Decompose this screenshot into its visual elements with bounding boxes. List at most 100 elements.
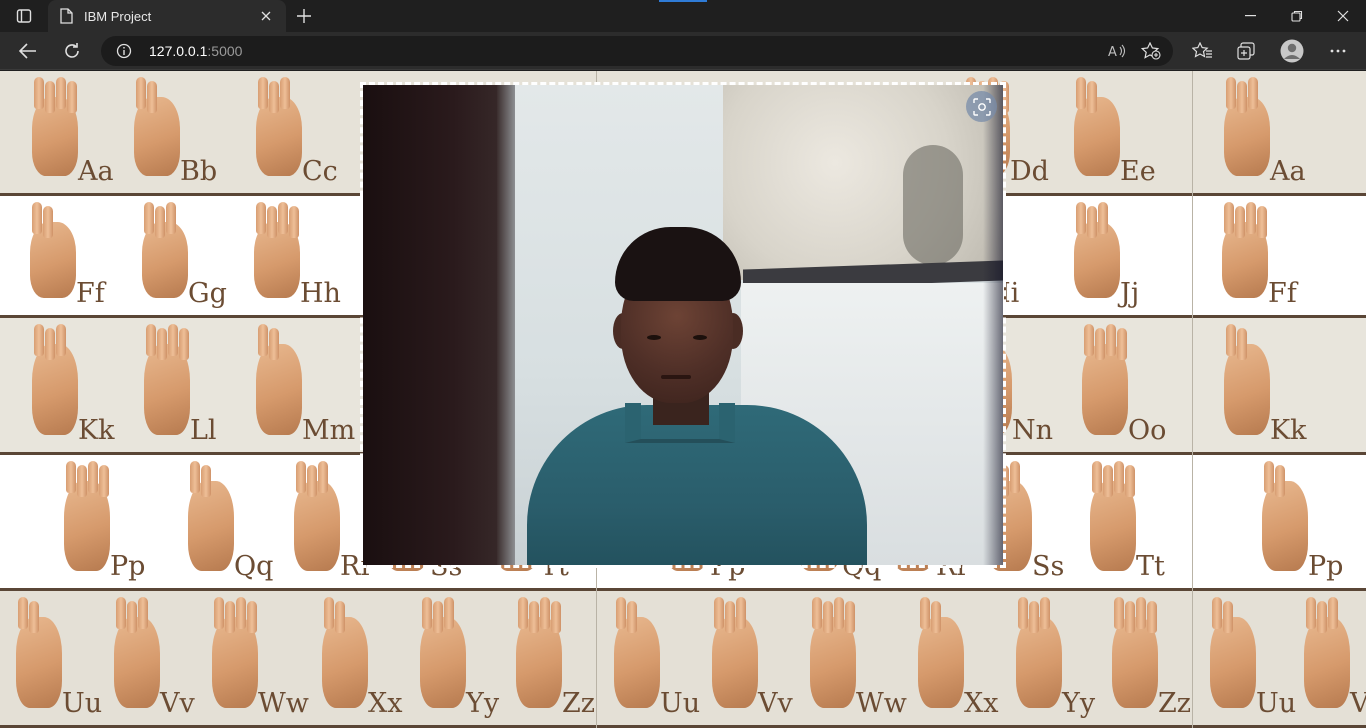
asl-hand-sign (256, 344, 302, 435)
close-icon[interactable] (256, 6, 276, 26)
asl-letter-label: Uu (660, 688, 701, 719)
asl-finger (845, 601, 855, 633)
address-bar[interactable]: 127.0.0.1:5000 A (101, 36, 1173, 66)
asl-finger (714, 597, 724, 629)
asl-finger (1087, 81, 1097, 113)
asl-finger (127, 601, 137, 633)
asl-hand-sign (294, 481, 340, 571)
asl-letter-label: Uu (1256, 688, 1297, 719)
asl-finger (1114, 597, 1124, 629)
profile-icon[interactable] (1276, 35, 1308, 67)
asl-hand-sign (1210, 617, 1256, 708)
title-bar: IBM Project (0, 0, 1366, 32)
asl-letter-label: Uu (62, 688, 103, 719)
url-host: 127.0.0.1 (149, 43, 208, 59)
asl-hand-sign (614, 617, 660, 708)
asl-finger (269, 328, 279, 360)
asl-finger (1235, 206, 1245, 238)
asl-finger (296, 461, 306, 493)
asl-finger (146, 324, 156, 356)
asl-finger (256, 202, 266, 234)
asl-finger (551, 601, 561, 633)
asl-finger (168, 324, 178, 356)
star-plus-icon[interactable] (1138, 39, 1164, 63)
asl-finger (1317, 601, 1327, 633)
asl-letter-label: Oo (1128, 415, 1167, 446)
asl-hand-sign (16, 617, 62, 708)
asl-finger (1010, 461, 1020, 493)
asl-finger (540, 597, 550, 629)
asl-finger (201, 465, 211, 497)
asl-letter-label: Zz (1158, 688, 1191, 719)
asl-finger (433, 601, 443, 633)
url-port: :5000 (207, 43, 243, 59)
browser-tab[interactable]: IBM Project (48, 0, 286, 32)
asl-finger (1226, 77, 1236, 109)
asl-finger (1328, 597, 1338, 629)
asl-finger (190, 461, 200, 493)
asl-hand-sign (1224, 344, 1270, 435)
asl-finger (29, 601, 39, 633)
webcam-video-feed (363, 85, 1003, 565)
asl-finger (725, 601, 735, 633)
asl-finger (45, 81, 55, 113)
asl-finger (931, 601, 941, 633)
asl-finger (258, 77, 268, 109)
asl-letter-label: Cc (302, 156, 338, 187)
minimize-icon[interactable] (1228, 0, 1274, 32)
asl-finger (32, 202, 42, 234)
asl-finger (616, 597, 626, 629)
asl-finger (1306, 597, 1316, 629)
asl-finger (56, 77, 66, 109)
tab-actions-icon[interactable] (12, 6, 36, 26)
asl-finger (920, 597, 930, 629)
asl-finger (1117, 328, 1127, 360)
asl-finger (1125, 465, 1135, 497)
read-aloud-icon[interactable]: A (1104, 39, 1130, 63)
asl-finger (518, 597, 528, 629)
asl-finger (1029, 601, 1039, 633)
asl-letter-label: Kk (1270, 415, 1307, 446)
refresh-icon[interactable] (56, 35, 88, 67)
asl-finger (834, 597, 844, 629)
asl-finger (318, 461, 328, 493)
visual-search-icon[interactable] (966, 91, 997, 122)
back-arrow-icon[interactable] (12, 35, 44, 67)
asl-letter-label: Zz (562, 688, 595, 719)
asl-finger (324, 597, 334, 629)
asl-finger (1084, 324, 1094, 356)
asl-finger (258, 324, 268, 356)
collections-icon[interactable] (1230, 35, 1262, 67)
asl-finger (1237, 328, 1247, 360)
asl-finger (1264, 461, 1274, 493)
asl-finger (267, 206, 277, 238)
asl-finger (1040, 597, 1050, 629)
window-close-icon[interactable] (1320, 0, 1366, 32)
asl-letter-label: Ff (1268, 278, 1297, 309)
asl-finger (1224, 202, 1234, 234)
asl-finger (1226, 324, 1236, 356)
asl-finger (289, 206, 299, 238)
plus-icon[interactable] (292, 6, 316, 26)
asl-letter-label: Ss (1032, 551, 1065, 582)
asl-letter-label: Ww (258, 688, 309, 719)
asl-letter-label: Qq (234, 551, 274, 582)
more-icon[interactable] (1322, 35, 1354, 67)
asl-finger (1136, 597, 1146, 629)
asl-finger (627, 601, 637, 633)
asl-finger (1275, 465, 1285, 497)
restore-icon[interactable] (1274, 0, 1320, 32)
asl-finger (1248, 77, 1258, 109)
asl-letter-label: Jj (1120, 278, 1140, 309)
info-icon[interactable] (115, 42, 133, 60)
asl-finger (236, 597, 246, 629)
asl-finger (1018, 597, 1028, 629)
asl-finger (157, 328, 167, 360)
asl-letter-label: Mm (302, 415, 356, 446)
favorites-icon[interactable] (1186, 35, 1218, 67)
asl-finger (280, 77, 290, 109)
asl-finger (278, 202, 288, 234)
asl-finger (34, 77, 44, 109)
asl-letter-label: Aa (78, 156, 114, 187)
asl-hand-sign (1016, 617, 1062, 708)
